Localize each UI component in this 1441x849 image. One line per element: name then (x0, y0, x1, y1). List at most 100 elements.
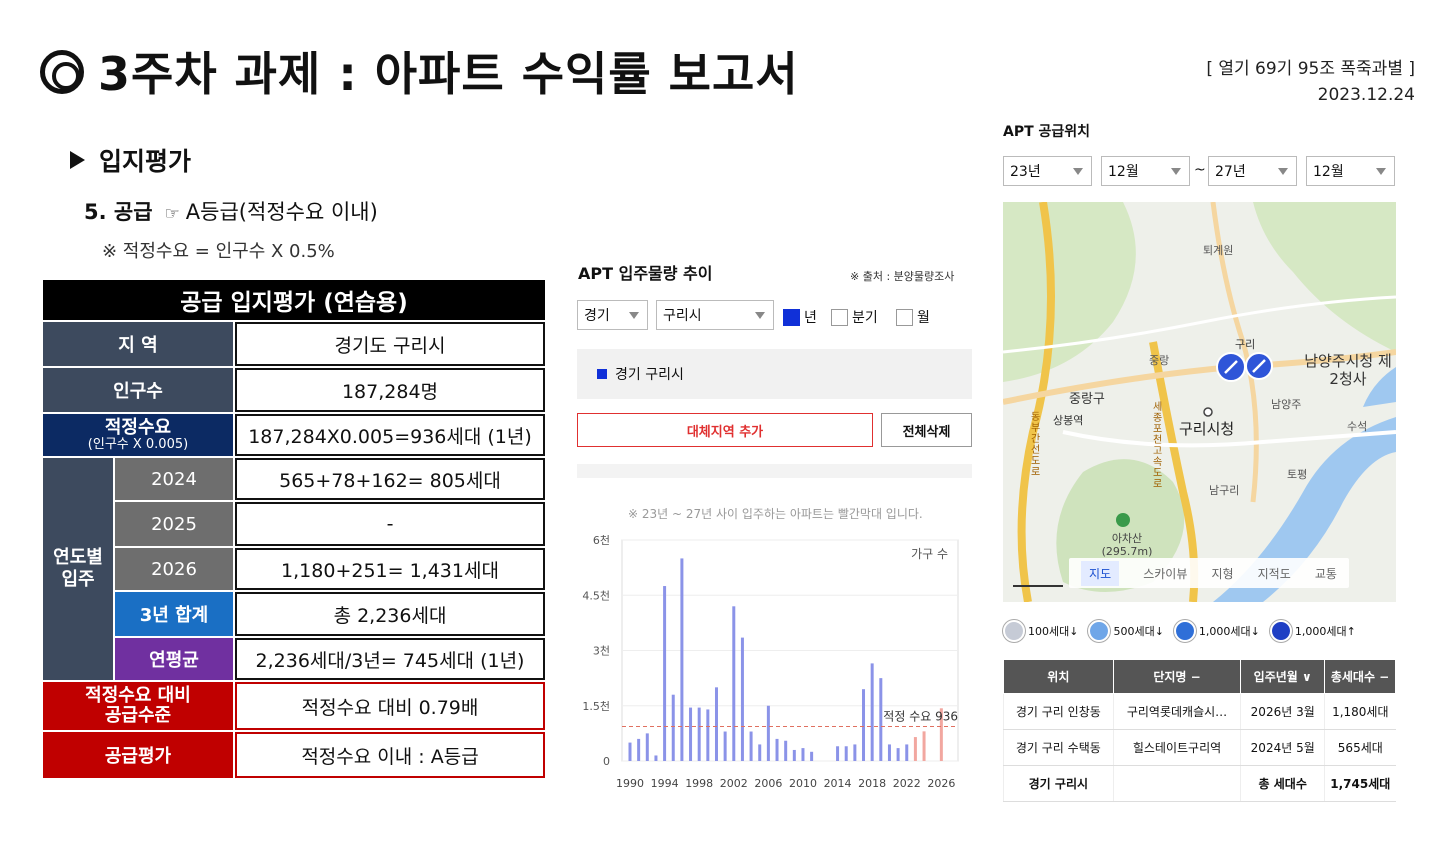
map-legend: 100세대↓ 500세대↓ 1,000세대↓ 1,000세대↑ (1003, 617, 1396, 645)
to-year-value: 27년 (1215, 164, 1246, 180)
y-tick-label: 0 (603, 755, 610, 768)
map-label-achasan: 아차산 (295.7m) (1101, 532, 1153, 558)
x-tick-label: 2006 (754, 777, 782, 790)
x-tick-label: 2010 (789, 777, 817, 790)
period-quarter-checkbox[interactable]: 분기 (831, 307, 878, 327)
section-heading-text: 입지평가 (99, 147, 192, 176)
bar (913, 737, 917, 761)
table-row[interactable]: 경기 구리 인창동 구리역롯데캐슬시… 2026년 3월 1,180세대 (1003, 693, 1396, 730)
total-units: 1,745세대 (1324, 765, 1396, 802)
demand-value: 187,284X0.005=936세대 (1년) (235, 414, 545, 456)
selected-region-label: 경기 구리시 (615, 367, 684, 383)
supply-ratio-label-line1: 적정수요 대비 (85, 685, 191, 706)
series-color-swatch (597, 369, 607, 379)
map-tab-map[interactable]: 지도 (1081, 560, 1120, 586)
column-header-units[interactable]: 총세대수 − (1324, 659, 1396, 694)
province-select[interactable]: 경기 (577, 300, 648, 330)
checkbox-icon (831, 308, 848, 326)
x-tick-label: 1994 (651, 777, 679, 790)
bar (784, 740, 788, 761)
selected-region: 경기 구리시 (577, 349, 972, 399)
bar (775, 738, 779, 761)
to-year-select[interactable]: 27년 (1208, 156, 1297, 186)
map-tab-terrain[interactable]: 지형 (1211, 565, 1233, 582)
period-year-checkbox[interactable]: 년 (783, 307, 817, 327)
yearly-label-line1: 연도별 (53, 547, 103, 568)
bar (879, 678, 883, 761)
map-label-topyeong: 토평 (1287, 468, 1308, 481)
sub-heading: 5. 공급 ☞ A등급(적정수요 이내) (84, 196, 378, 226)
x-tick-label: 1990 (616, 777, 644, 790)
map-label-guri-city-hall: 구리시청 (1179, 420, 1235, 438)
province-select-value: 경기 (584, 308, 610, 324)
chart-note: ※ 23년 ~ 27년 사이 입주하는 아파트는 빨간막대 입니다. (628, 507, 923, 521)
total-spacer (1112, 765, 1241, 802)
page-title: 3주차 과제 : 아파트 수익률 보고서 (40, 38, 799, 104)
column-header-move-in[interactable]: 입주년월 ∨ (1240, 659, 1326, 694)
yearly-average-label: 연평균 (115, 638, 233, 680)
chevron-down-icon (1278, 168, 1288, 175)
city-select-value: 구리시 (663, 308, 702, 324)
bar (706, 709, 710, 761)
reference-label: 적정 수요 936 (883, 710, 958, 724)
row-units: 1,180세대 (1324, 693, 1396, 730)
y-tick-label: 1.5천 (582, 699, 610, 713)
period-month-checkbox[interactable]: 월 (896, 307, 930, 327)
table-row[interactable]: 경기 구리 수택동 힐스테이트구리역 2024년 5월 565세대 (1003, 729, 1396, 766)
map-canvas (1003, 202, 1396, 602)
column-header-location[interactable]: 위치 (1003, 659, 1114, 694)
x-tick-label: 2022 (893, 777, 921, 790)
bar (645, 733, 649, 761)
x-tick-label: 2002 (720, 777, 748, 790)
bar (792, 749, 796, 761)
bar (810, 751, 814, 761)
delete-all-button[interactable]: 전체삭제 (881, 413, 972, 447)
region-label: 지 역 (43, 322, 233, 366)
bar (836, 746, 840, 761)
add-region-button[interactable]: 대체지역 추가 (577, 413, 873, 447)
map-title: APT 공급위치 (1003, 124, 1091, 140)
bar (628, 742, 632, 761)
map-tab-skyview[interactable]: 스카이뷰 (1143, 565, 1187, 582)
supply-location-map[interactable]: 퇴계원 구리 중랑 남양주시청 제2청사 중랑구 상봉역 구리시청 남양주 수석… (1003, 202, 1396, 602)
x-tick-label: 2014 (824, 777, 852, 790)
bar (862, 689, 866, 761)
population-label: 인구수 (43, 368, 233, 412)
demand-sublabel: (인구수 X 0.005) (87, 437, 189, 452)
chevron-down-icon (1073, 168, 1083, 175)
yearly-label: 연도별 입주 (43, 458, 113, 680)
column-header-complex[interactable]: 단지명 − (1112, 659, 1242, 694)
year-2026-label: 2026 (115, 548, 233, 590)
chevron-down-icon (1376, 168, 1386, 175)
chevron-down-icon (1171, 168, 1181, 175)
bar (697, 707, 701, 761)
demand-label-text: 적정수요 (104, 417, 172, 438)
map-label-toegyewon: 퇴계원 (1203, 244, 1234, 257)
year-2025-label: 2025 (115, 502, 233, 546)
range-tilde: ~ (1194, 162, 1206, 178)
map-type-tabs: 지도 스카이뷰 지형 지적도 교통 (1069, 558, 1349, 588)
row-location: 경기 구리 인창동 (1003, 693, 1114, 730)
author-label: [ 열기 69기 95조 폭죽과별 ] (1206, 59, 1415, 79)
legend-label: 500세대↓ (1113, 625, 1164, 638)
from-year-select[interactable]: 23년 (1003, 156, 1092, 186)
year-2024-label: 2024 (115, 458, 233, 500)
legend-item: 100세대↓ (1003, 620, 1078, 642)
formula-note: ※ 적정수요 = 인구수 X 0.5% (102, 241, 335, 262)
to-month-select[interactable]: 12월 (1306, 156, 1395, 186)
legend-label: 1,000세대↑ (1294, 625, 1356, 638)
from-month-select[interactable]: 12월 (1101, 156, 1190, 186)
population-value: 187,284명 (235, 368, 545, 412)
map-tab-traffic[interactable]: 교통 (1315, 565, 1337, 582)
map-label-sangbong: 상봉역 (1053, 414, 1084, 427)
period-quarter-label: 분기 (852, 310, 878, 326)
map-tab-cadastral[interactable]: 지적도 (1258, 565, 1291, 582)
legend-label: 100세대↓ (1028, 625, 1079, 638)
legend-label: 1,000세대↓ (1198, 625, 1260, 638)
supply-eval-value: 적정수요 이내 : A등급 (235, 732, 545, 778)
city-select[interactable]: 구리시 (656, 300, 774, 330)
legend-item: 1,000세대↓ (1173, 620, 1260, 642)
row-units: 565세대 (1324, 729, 1396, 766)
three-year-sum-value: 총 2,236세대 (235, 592, 545, 636)
yearly-average-value: 2,236세대/3년= 745세대 (1년) (235, 638, 545, 680)
